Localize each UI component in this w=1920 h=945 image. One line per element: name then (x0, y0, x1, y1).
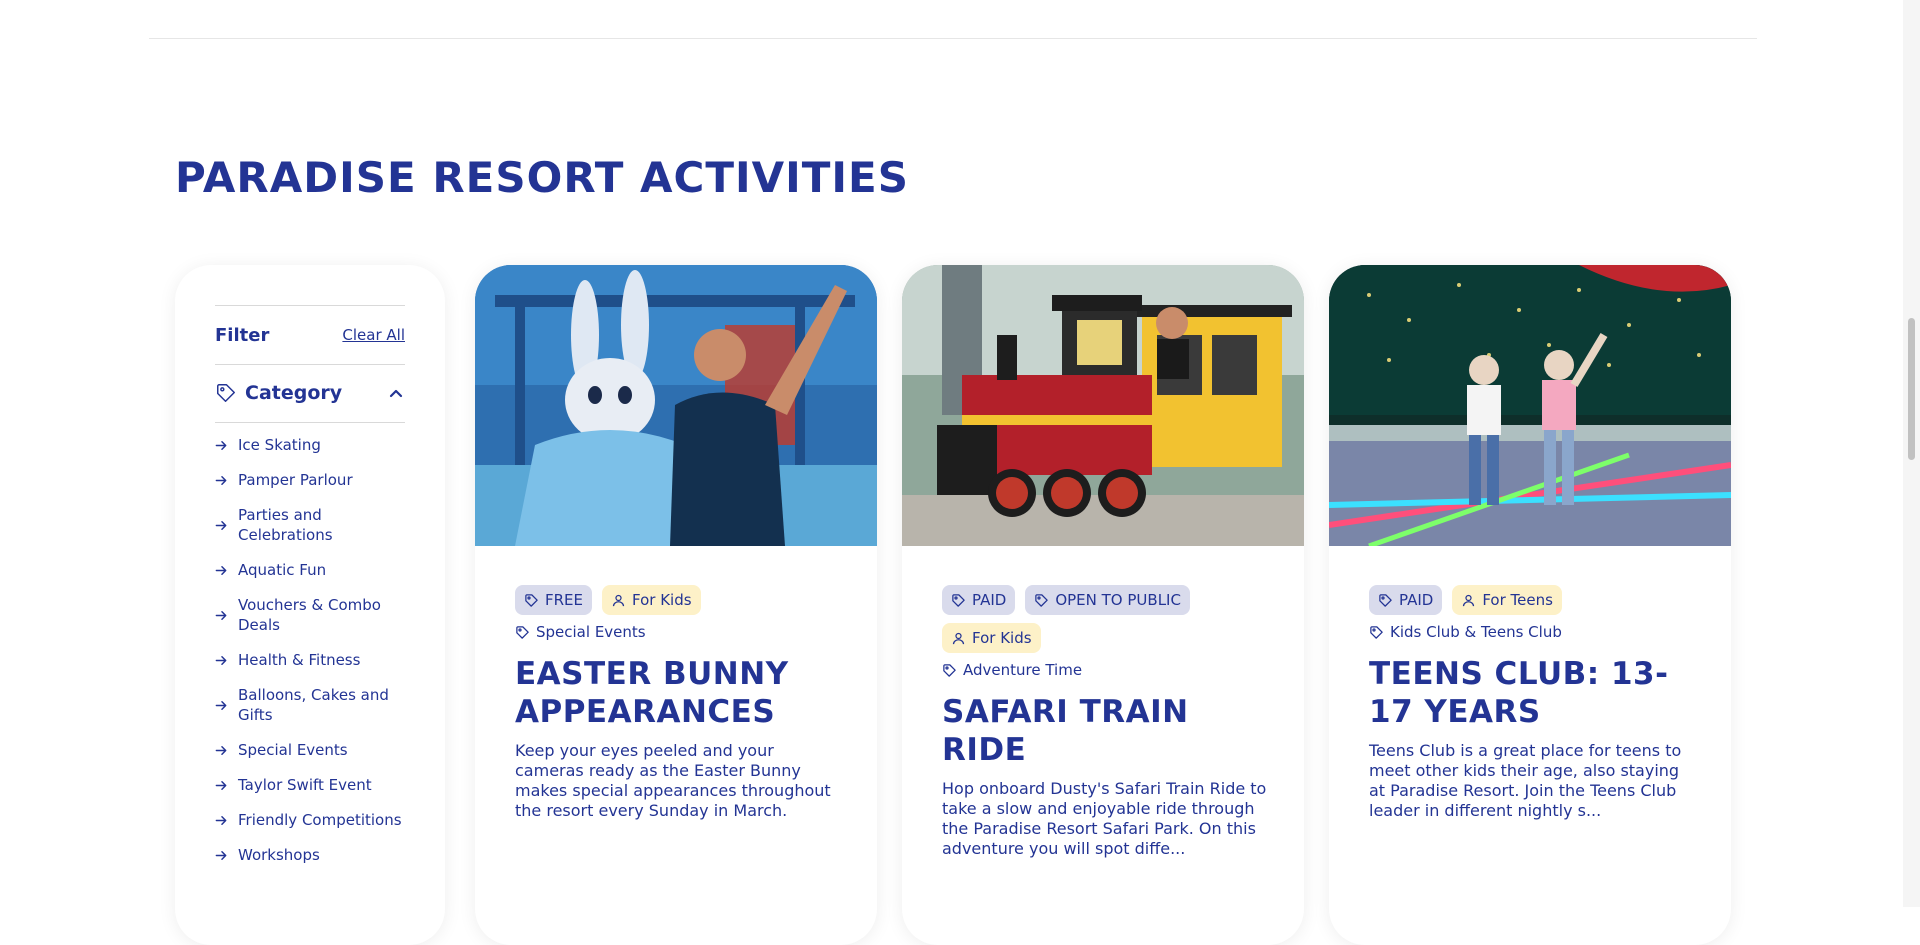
person-icon (952, 632, 965, 644)
filter-panel: Filter Clear All Category Ice Skating Pam… (175, 265, 445, 945)
card-image-safari-train (902, 265, 1304, 546)
arrow-right-icon (215, 520, 227, 530)
activity-card[interactable]: PAID For Teens Kids Club & Teens Club TE… (1329, 265, 1731, 945)
category-item-label: Taylor Swift Event (238, 776, 372, 794)
arrow-right-icon (215, 440, 227, 450)
arrow-right-icon (215, 780, 227, 790)
arrow-right-icon (215, 745, 227, 755)
page-scrollbar[interactable] (1903, 0, 1920, 907)
category-item[interactable]: Pamper Parlour (215, 470, 405, 490)
category-item[interactable]: Health & Fitness (215, 650, 405, 670)
badge-row: FREE For Kids (515, 585, 845, 615)
card-title: EASTER BUNNY APPEARANCES (515, 656, 789, 730)
scrollbar-thumb[interactable] (1908, 318, 1915, 460)
audience-badge: For Kids (602, 585, 701, 615)
badge-row: PAID OPEN TO PUBLIC For Kids (942, 585, 1272, 653)
arrow-right-icon (215, 815, 227, 825)
category-item-label: Balloons, Cakes and Gifts (238, 686, 389, 724)
filter-header: Filter Clear All (215, 305, 405, 365)
person-icon (1463, 594, 1475, 606)
category-item-label: Workshops (238, 846, 320, 864)
category-toggle[interactable]: Category (215, 364, 405, 423)
audience-badge: For Teens (1452, 585, 1562, 615)
category-item-label: Special Events (238, 741, 348, 759)
arrow-right-icon (215, 700, 227, 710)
arrow-right-icon (215, 655, 227, 665)
card-title: SAFARI TRAIN RIDE (942, 694, 1189, 768)
tag-icon (516, 625, 529, 639)
clear-all-link[interactable]: Clear All (342, 326, 405, 344)
category-item[interactable]: Special Events (215, 740, 405, 760)
category-item-label: Pamper Parlour (238, 471, 353, 489)
card-category: Special Events (515, 623, 845, 641)
category-item-label: Health & Fitness (238, 651, 361, 669)
category-item[interactable]: Balloons, Cakes and Gifts (215, 685, 405, 725)
public-badge: OPEN TO PUBLIC (1025, 585, 1190, 615)
tag-icon (1035, 593, 1049, 607)
arrow-right-icon (215, 565, 227, 575)
card-description: Keep your eyes peeled and your cameras r… (515, 741, 831, 820)
card-category: Kids Club & Teens Club (1369, 623, 1699, 641)
card-category: Adventure Time (942, 661, 1272, 679)
category-item-label: Ice Skating (238, 436, 321, 454)
person-icon (612, 594, 625, 606)
card-image-teens-club (1329, 265, 1731, 546)
card-description: Hop onboard Dusty's Safari Train Ride to… (942, 779, 1267, 858)
category-item-label: Aquatic Fun (238, 561, 327, 579)
arrow-right-icon (215, 475, 227, 485)
category-item-label: Friendly Competitions (238, 811, 402, 829)
tag-icon (943, 663, 956, 677)
card-description: Teens Club is a great place for teens to… (1369, 741, 1682, 820)
category-item-label: Parties and Celebrations (238, 506, 333, 544)
category-item-label: Vouchers & Combo Deals (238, 596, 381, 634)
category-item[interactable]: Workshops (215, 845, 405, 865)
price-badge: PAID (1369, 585, 1443, 615)
card-image-easter-bunny (475, 265, 877, 546)
activity-card[interactable]: PAID OPEN TO PUBLIC For Kids Adventure T… (902, 265, 1304, 945)
badge-row: PAID For Teens (1369, 585, 1699, 615)
category-list: Ice Skating Pamper Parlour Parties and Cel… (215, 435, 405, 880)
tag-icon (1379, 593, 1392, 607)
tag-icon (952, 593, 965, 607)
price-badge: PAID (942, 585, 1016, 615)
card-body: PAID OPEN TO PUBLIC For Kids Adventure T… (942, 585, 1272, 859)
category-heading: Category (245, 382, 343, 404)
category-item[interactable]: Parties and Celebrations (215, 505, 405, 545)
card-body: FREE For Kids Special Events EASTER BUNN… (515, 585, 845, 821)
category-item[interactable]: Taylor Swift Event (215, 775, 405, 795)
category-item[interactable]: Ice Skating (215, 435, 405, 455)
category-item[interactable]: Vouchers & Combo Deals (215, 595, 405, 635)
chevron-up-icon (389, 389, 403, 398)
arrow-right-icon (215, 610, 227, 620)
filter-label: Filter (215, 324, 270, 346)
tag-icon (525, 593, 538, 607)
top-divider (149, 38, 1757, 39)
audience-badge: For Kids (942, 623, 1041, 653)
arrow-right-icon (215, 850, 227, 860)
price-badge: FREE (515, 585, 593, 615)
page-title: PARADISE RESORT ACTIVITIES (175, 153, 909, 202)
card-title: TEENS CLUB: 13-17 YEARS (1369, 656, 1669, 730)
category-item[interactable]: Aquatic Fun (215, 560, 405, 580)
tag-icon (1370, 625, 1383, 639)
category-item[interactable]: Friendly Competitions (215, 810, 405, 830)
card-body: PAID For Teens Kids Club & Teens Club TE… (1369, 585, 1699, 821)
activity-card[interactable]: FREE For Kids Special Events EASTER BUNN… (475, 265, 877, 945)
tag-icon (217, 384, 235, 402)
